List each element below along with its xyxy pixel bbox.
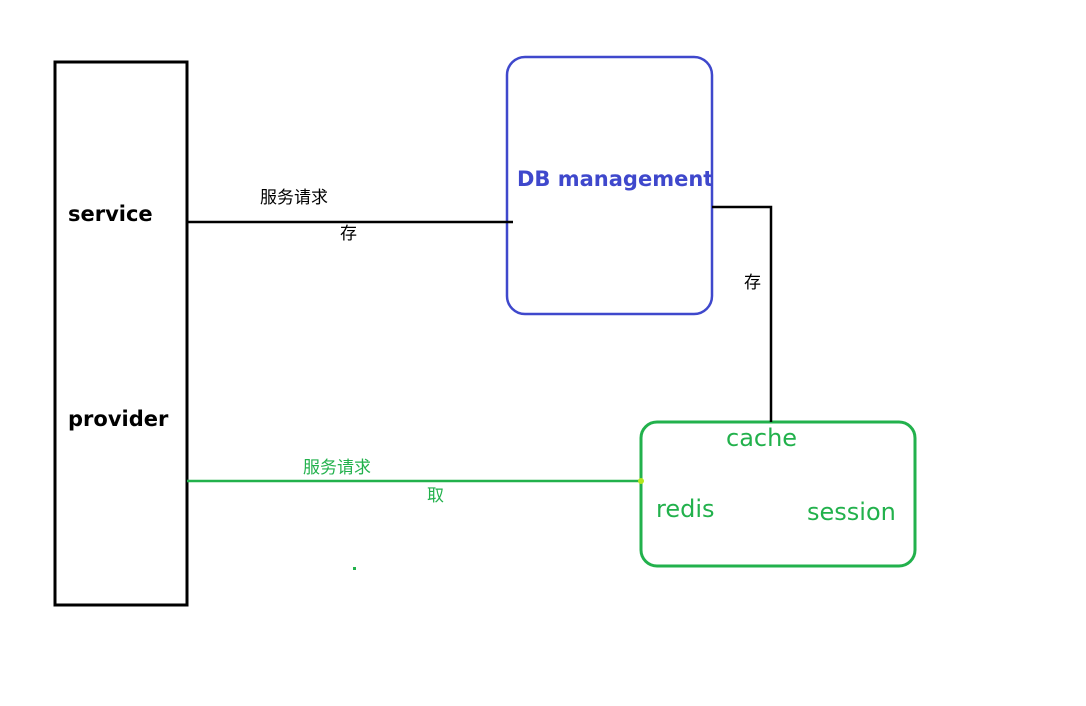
connector-endpoint-dot bbox=[638, 478, 644, 484]
provider-label: provider bbox=[68, 407, 169, 431]
service-to-cache-fetch-label: 取 bbox=[427, 486, 444, 506]
service-to-cache-request-label: 服务请求 bbox=[303, 458, 371, 478]
service-to-db-store-label: 存 bbox=[340, 224, 357, 244]
session-label: session bbox=[807, 498, 896, 526]
architecture-diagram bbox=[53, 55, 917, 607]
cache-title: cache bbox=[726, 424, 798, 452]
db-to-cache-connector bbox=[712, 205, 773, 422]
service-label: service bbox=[68, 202, 153, 226]
redis-label: redis bbox=[656, 495, 715, 523]
service-provider-box bbox=[53, 60, 189, 607]
db-to-cache-store-label: 存 bbox=[744, 273, 761, 293]
service-to-db-request-label: 服务请求 bbox=[260, 188, 328, 208]
stray-dot bbox=[353, 567, 356, 570]
db-management-label: DB management bbox=[517, 167, 714, 191]
